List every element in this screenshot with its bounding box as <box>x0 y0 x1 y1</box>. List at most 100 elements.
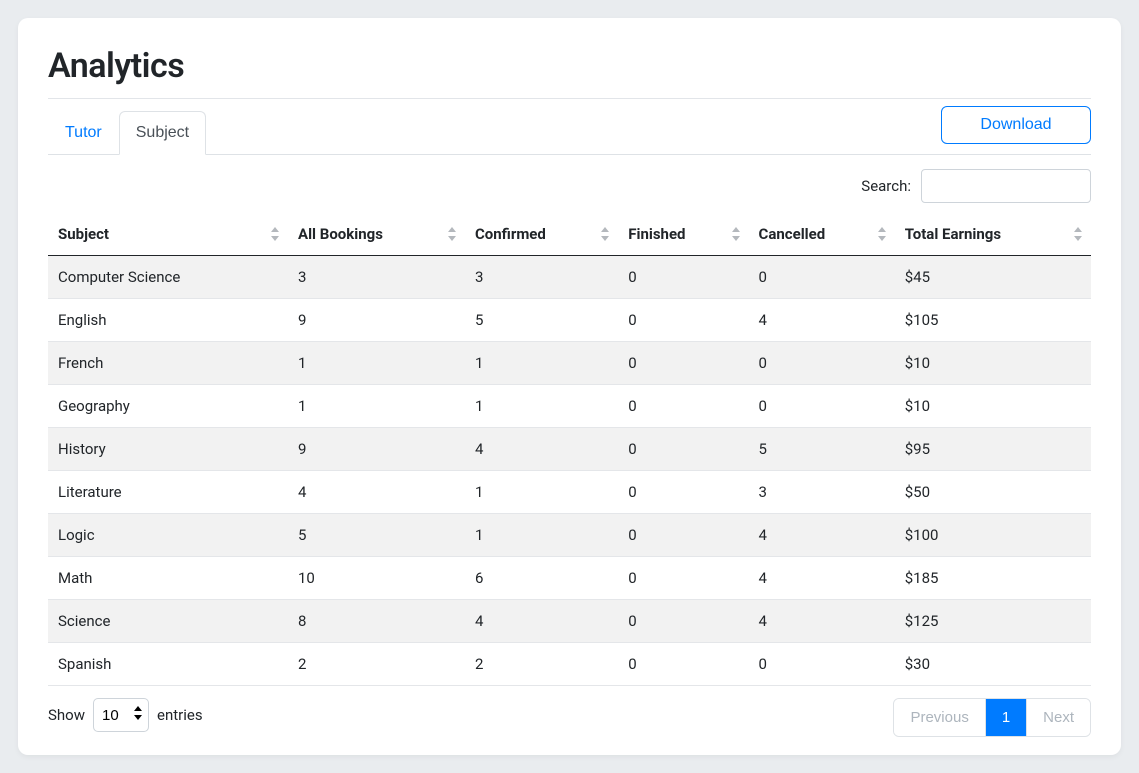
page-title: Analytics <box>48 46 1091 86</box>
header-row: Subject All Bookings ConfirmedFinished Canc… <box>48 213 1091 256</box>
cell-cancelled: 0 <box>749 256 895 299</box>
length-control: Show 102550100 entries <box>48 698 203 732</box>
column-header[interactable]: Finished <box>618 213 748 256</box>
column-header[interactable]: Total Earnings <box>895 213 1091 256</box>
cell-confirmed: 5 <box>465 299 618 342</box>
column-label: Subject <box>58 225 109 243</box>
table-row: Math10604$185 <box>48 557 1091 600</box>
table-row: French1100$10 <box>48 342 1091 385</box>
sort-icon <box>731 227 741 241</box>
table-footer: Show 102550100 entries Previous 1 Next <box>48 698 1091 737</box>
cell-finished: 0 <box>618 643 748 686</box>
cell-subject: Math <box>48 557 288 600</box>
table-row: Spanish2200$30 <box>48 643 1091 686</box>
cell-all: 3 <box>288 256 465 299</box>
search-row: Search: <box>48 169 1091 203</box>
table-row: Literature4103$50 <box>48 471 1091 514</box>
table-row: Geography1100$10 <box>48 385 1091 428</box>
sort-icon <box>447 227 457 241</box>
cell-earnings: $95 <box>895 428 1091 471</box>
cell-subject: Logic <box>48 514 288 557</box>
cell-earnings: $100 <box>895 514 1091 557</box>
cell-cancelled: 0 <box>749 385 895 428</box>
column-header[interactable]: All Bookings <box>288 213 465 256</box>
cell-all: 4 <box>288 471 465 514</box>
column-label: Cancelled <box>759 225 826 243</box>
cell-subject: Computer Science <box>48 256 288 299</box>
tabs: TutorSubject <box>48 111 206 154</box>
cell-all: 10 <box>288 557 465 600</box>
cell-cancelled: 4 <box>749 557 895 600</box>
tab-tutor[interactable]: Tutor <box>48 111 119 155</box>
table-row: English9504$105 <box>48 299 1091 342</box>
tab-header-row: TutorSubject Download <box>48 99 1091 155</box>
cell-all: 1 <box>288 342 465 385</box>
table-row: Computer Science3300$45 <box>48 256 1091 299</box>
page-number-button[interactable]: 1 <box>985 699 1026 736</box>
table-row: Logic5104$100 <box>48 514 1091 557</box>
search-input[interactable] <box>921 169 1091 203</box>
pagination: Previous 1 Next <box>893 698 1091 737</box>
next-page-button[interactable]: Next <box>1026 699 1090 736</box>
sort-icon <box>1073 227 1083 241</box>
cell-cancelled: 5 <box>749 428 895 471</box>
cell-cancelled: 4 <box>749 299 895 342</box>
cell-all: 8 <box>288 600 465 643</box>
column-header[interactable]: Confirmed <box>465 213 618 256</box>
table-body: Computer Science3300$45English9504$105Fr… <box>48 256 1091 686</box>
cell-cancelled: 0 <box>749 643 895 686</box>
cell-confirmed: 2 <box>465 643 618 686</box>
cell-finished: 0 <box>618 471 748 514</box>
cell-earnings: $10 <box>895 342 1091 385</box>
sort-icon <box>600 227 610 241</box>
cell-finished: 0 <box>618 557 748 600</box>
cell-earnings: $105 <box>895 299 1091 342</box>
column-label: Total Earnings <box>905 225 1001 243</box>
cell-finished: 0 <box>618 514 748 557</box>
cell-all: 9 <box>288 428 465 471</box>
cell-all: 1 <box>288 385 465 428</box>
tab-subject[interactable]: Subject <box>119 111 206 155</box>
cell-subject: History <box>48 428 288 471</box>
cell-cancelled: 3 <box>749 471 895 514</box>
cell-confirmed: 4 <box>465 600 618 643</box>
cell-confirmed: 3 <box>465 256 618 299</box>
cell-finished: 0 <box>618 342 748 385</box>
cell-confirmed: 1 <box>465 342 618 385</box>
length-select-wrap: 102550100 <box>93 698 149 732</box>
column-header[interactable]: Subject <box>48 213 288 256</box>
cell-cancelled: 4 <box>749 514 895 557</box>
length-select[interactable]: 102550100 <box>93 698 149 732</box>
cell-confirmed: 4 <box>465 428 618 471</box>
cell-subject: Spanish <box>48 643 288 686</box>
cell-finished: 0 <box>618 428 748 471</box>
cell-finished: 0 <box>618 299 748 342</box>
sort-icon <box>877 227 887 241</box>
cell-finished: 0 <box>618 600 748 643</box>
cell-subject: Literature <box>48 471 288 514</box>
cell-earnings: $125 <box>895 600 1091 643</box>
cell-confirmed: 1 <box>465 514 618 557</box>
table-row: Science8404$125 <box>48 600 1091 643</box>
cell-earnings: $45 <box>895 256 1091 299</box>
cell-subject: French <box>48 342 288 385</box>
column-header[interactable]: Cancelled <box>749 213 895 256</box>
cell-subject: Science <box>48 600 288 643</box>
sort-icon <box>270 227 280 241</box>
analytics-table: Subject All Bookings ConfirmedFinished Canc… <box>48 213 1091 686</box>
prev-page-button[interactable]: Previous <box>894 699 984 736</box>
cell-subject: Geography <box>48 385 288 428</box>
cell-cancelled: 4 <box>749 600 895 643</box>
cell-all: 2 <box>288 643 465 686</box>
analytics-card: Analytics TutorSubject Download Search: … <box>18 18 1121 755</box>
download-button[interactable]: Download <box>941 106 1091 144</box>
cell-cancelled: 0 <box>749 342 895 385</box>
column-label: All Bookings <box>298 225 383 243</box>
cell-earnings: $185 <box>895 557 1091 600</box>
cell-confirmed: 1 <box>465 385 618 428</box>
cell-finished: 0 <box>618 256 748 299</box>
cell-earnings: $50 <box>895 471 1091 514</box>
cell-confirmed: 1 <box>465 471 618 514</box>
table-row: History9405$95 <box>48 428 1091 471</box>
cell-earnings: $10 <box>895 385 1091 428</box>
